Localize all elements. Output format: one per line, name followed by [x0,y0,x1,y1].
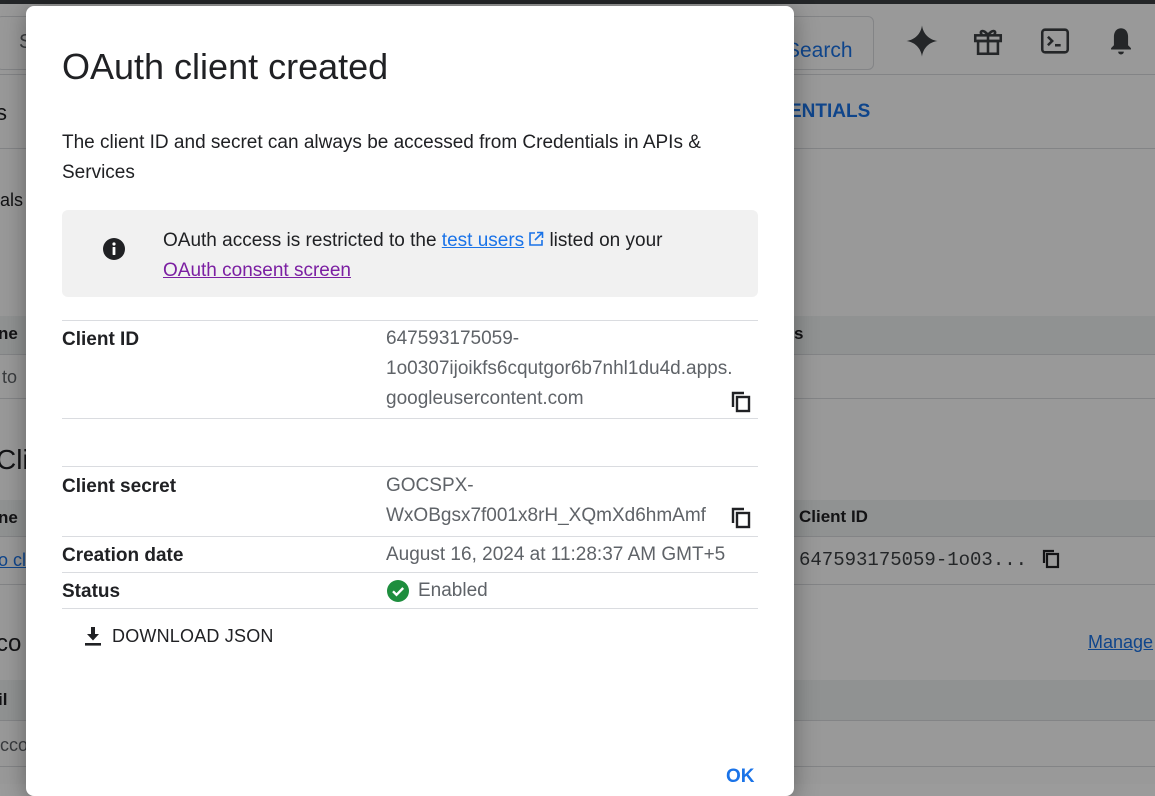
external-link-icon[interactable] [528,231,544,247]
download-json-label: DOWNLOAD JSON [112,625,274,646]
field-divider [62,536,758,537]
info-icon [103,238,125,260]
client-id-value[interactable]: 647593175059- 1o0307ijoikfs6cqutgor6b7nh… [386,324,733,414]
dialog-title: OAuth client created [62,46,389,87]
field-divider [62,572,758,573]
copy-client-secret-icon[interactable] [730,506,752,530]
oauth-client-created-dialog: OAuth client created The client ID and s… [26,6,794,796]
client-id-line-3: googleusercontent.com [386,388,584,409]
client-id-label: Client ID [62,329,140,350]
check-circle-icon [387,580,409,602]
copy-client-id-icon[interactable] [730,390,752,414]
info-text-after: listed on your [544,230,663,251]
status-label: Status [62,581,121,602]
creation-date-label: Creation date [62,545,184,566]
ok-button[interactable]: OK [726,766,755,788]
client-secret-value[interactable]: GOCSPX- WxOBgsx7f001x8rH_XQmXd6hmAmf [386,471,706,531]
info-callout: OAuth access is restricted to the test u… [62,210,758,297]
download-json-button[interactable]: DOWNLOAD JSON [82,622,274,650]
creation-date-value: August 16, 2024 at 11:28:37 AM GMT+5 [386,544,726,565]
download-icon [85,627,101,646]
client-secret-line-1: GOCSPX- [386,475,474,496]
test-users-link[interactable]: test users [442,230,544,251]
info-text-before: OAuth access is restricted to the [163,230,442,251]
client-secret-line-2: WxOBgsx7f001x8rH_XQmXd6hmAmf [386,505,706,526]
client-secret-label: Client secret [62,476,177,497]
client-id-line-1: 647593175059- [386,328,520,349]
test-users-link-label[interactable]: test users [442,230,524,251]
client-id-line-2: 1o0307ijoikfs6cqutgor6b7nhl1du4d.apps. [386,358,733,379]
field-divider [62,320,758,321]
status-value: Enabled [418,580,488,601]
field-divider [62,418,758,419]
dialog-description: The client ID and secret can always be a… [62,132,701,183]
oauth-consent-screen-link[interactable]: OAuth consent screen [163,260,351,281]
field-divider [62,466,758,467]
info-text: OAuth access is restricted to the test u… [163,226,743,286]
field-divider [62,608,758,609]
